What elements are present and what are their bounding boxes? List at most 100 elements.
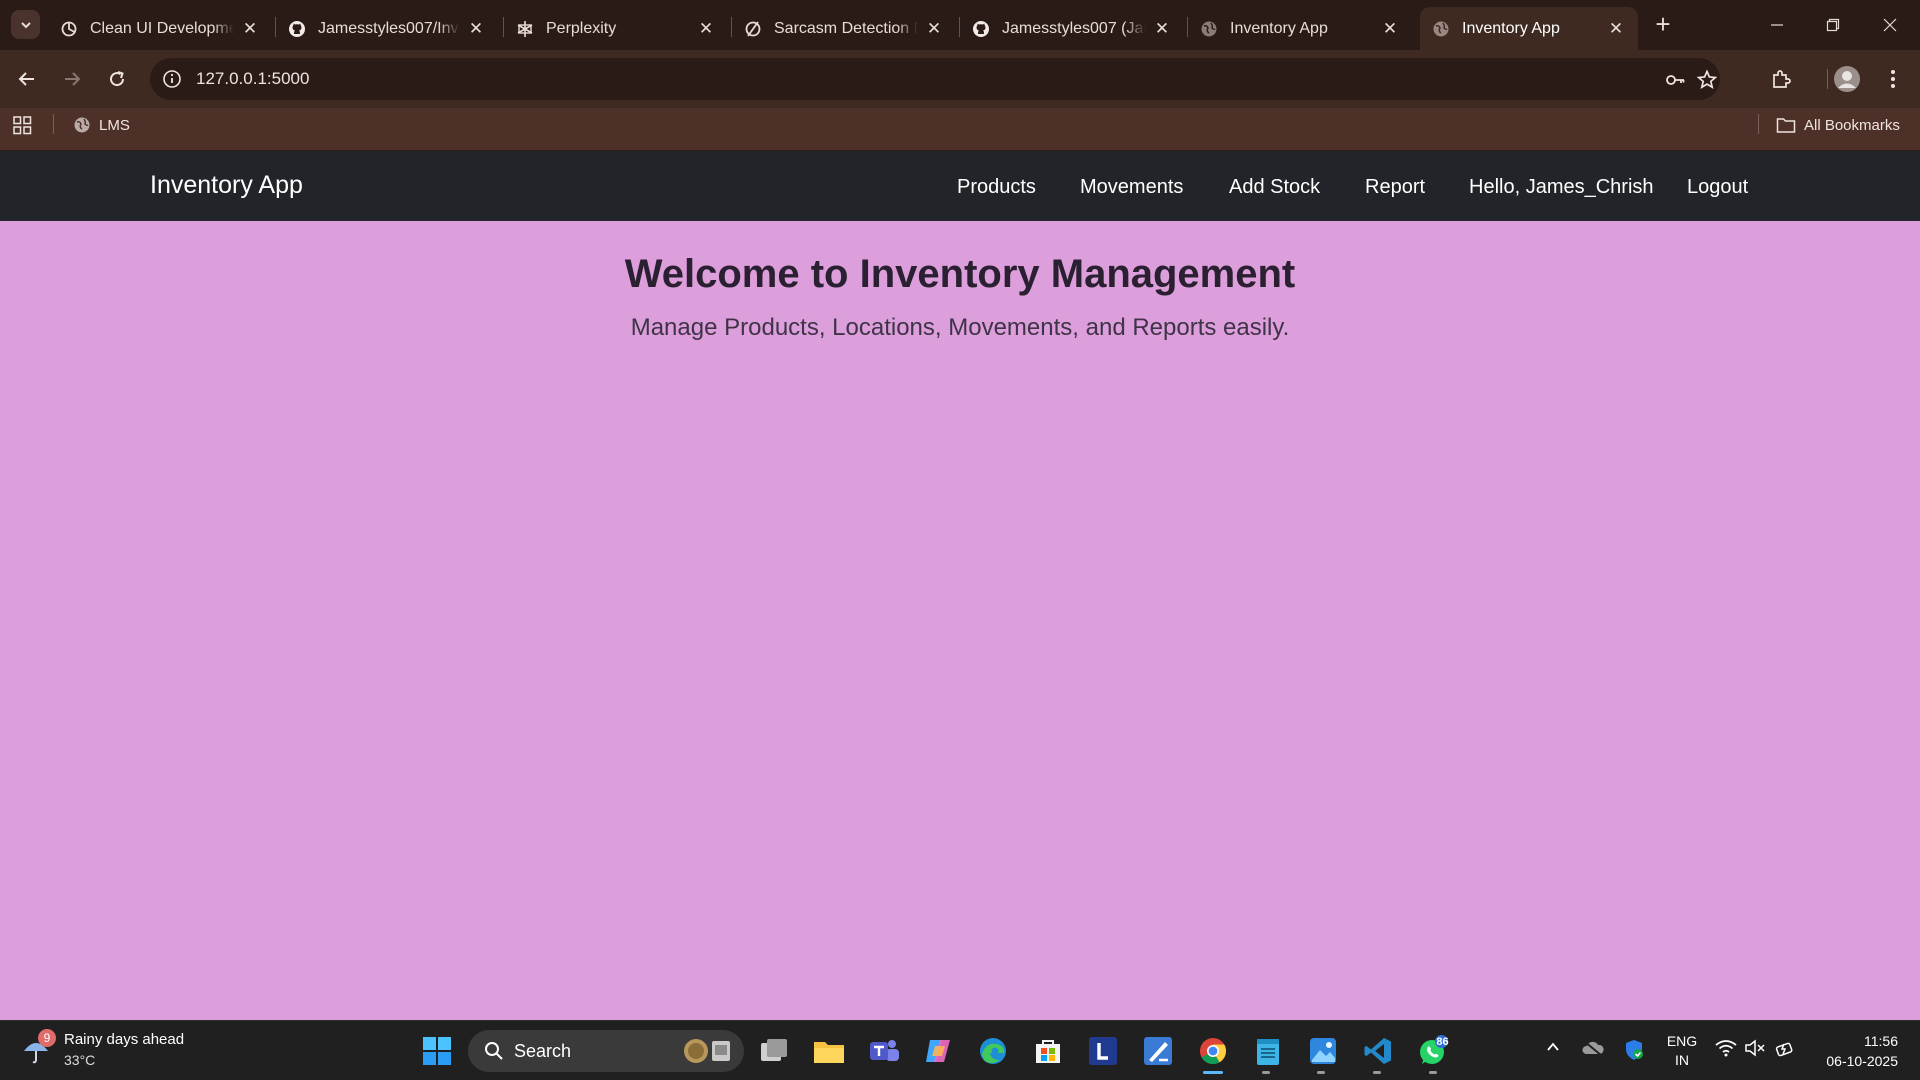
reload-button[interactable]: [102, 64, 132, 94]
vscode-button[interactable]: [1362, 1035, 1394, 1067]
search-icon: [485, 1042, 503, 1060]
start-button[interactable]: [421, 1035, 453, 1067]
weather-title: Rainy days ahead: [64, 1031, 185, 1048]
url-text[interactable]: 127.0.0.1:5000: [196, 69, 309, 89]
teams-button[interactable]: [868, 1035, 900, 1067]
tab-search-button[interactable]: [11, 10, 40, 39]
browser-tab-0[interactable]: Clean UI Developmer ✕: [48, 7, 272, 50]
windows-logo-icon: [423, 1037, 451, 1065]
page-content: Welcome to Inventory Management Manage P…: [0, 221, 1920, 1020]
security-button[interactable]: [1622, 1039, 1646, 1061]
edge-icon: [980, 1038, 1006, 1064]
tab-close-icon[interactable]: ✕: [466, 19, 486, 39]
browser-tab-1[interactable]: Jamesstyles007/Inver ✕: [276, 7, 498, 50]
all-bookmarks-button[interactable]: All Bookmarks: [1776, 114, 1900, 136]
shield-icon: [1626, 1040, 1643, 1060]
nav-products[interactable]: Products: [957, 176, 1036, 199]
browser-tab-4[interactable]: Jamesstyles007 (Jam ✕: [960, 7, 1184, 50]
avatar: [1834, 66, 1860, 92]
tab-close-icon[interactable]: ✕: [240, 19, 260, 39]
apps-grid-icon[interactable]: [13, 116, 32, 140]
bookmark-divider: [1758, 114, 1759, 134]
volume-button[interactable]: [1744, 1039, 1766, 1057]
battery-button[interactable]: [1774, 1039, 1796, 1059]
more-vertical-icon: [1891, 70, 1895, 88]
onedrive-button[interactable]: [1580, 1039, 1606, 1057]
page-title: Welcome to Inventory Management: [624, 252, 1296, 296]
tab-title: Jamesstyles007 (Jam: [1002, 19, 1146, 37]
pen-app-icon: [1144, 1037, 1172, 1065]
arrow-left-icon: [18, 72, 34, 86]
browser-tab-strip: Clean UI Developmer ✕ Jamesstyles007/Inv…: [0, 0, 1920, 50]
tab-close-icon[interactable]: ✕: [1152, 19, 1172, 39]
search-label: Search: [514, 1041, 572, 1061]
folder-icon: [1776, 118, 1796, 133]
notepad-icon: [1257, 1039, 1279, 1065]
browser-menu-button[interactable]: [1878, 64, 1908, 94]
github-icon: [972, 20, 990, 38]
cloud-offline-icon: [1582, 1040, 1604, 1057]
tab-close-icon[interactable]: ✕: [1606, 19, 1626, 39]
launcher-l-button[interactable]: [1087, 1035, 1119, 1067]
store-button[interactable]: [1032, 1035, 1064, 1067]
new-tab-button[interactable]: +: [1650, 11, 1676, 38]
password-key-icon[interactable]: [1664, 69, 1686, 91]
bookmark-star-icon[interactable]: [1696, 69, 1718, 91]
profile-button[interactable]: [1832, 64, 1862, 94]
chrome-active-indicator: [1203, 1071, 1223, 1074]
globe-icon: [1200, 20, 1218, 38]
arrow-right-icon: [65, 72, 81, 86]
file-explorer-button[interactable]: [813, 1035, 845, 1067]
chrome-icon: [1200, 1038, 1227, 1065]
close-window-button[interactable]: [1870, 10, 1910, 40]
nav-add-stock[interactable]: Add Stock: [1229, 176, 1320, 199]
restore-button[interactable]: [1813, 10, 1853, 40]
taskbar-search[interactable]: Search: [468, 1030, 744, 1072]
browser-tab-2[interactable]: Perplexity ✕: [504, 7, 728, 50]
browser-toolbar: 127.0.0.1:5000: [0, 50, 1920, 108]
whatsapp-button[interactable]: 86: [1417, 1035, 1449, 1067]
weather-widget[interactable]: 9 Rainy days ahead 33°C: [22, 1029, 222, 1071]
perplexity-icon: [516, 20, 534, 38]
notepad-button[interactable]: [1252, 1035, 1284, 1067]
vscode-running-indicator: [1373, 1071, 1381, 1074]
puzzle-icon: [1773, 70, 1791, 88]
edge-button[interactable]: [977, 1035, 1009, 1067]
nav-logout[interactable]: Logout: [1687, 176, 1748, 199]
chrome-button[interactable]: [1197, 1035, 1229, 1067]
app-brand[interactable]: Inventory App: [150, 171, 303, 200]
browser-tab-3[interactable]: Sarcasm Detection M ✕: [732, 7, 956, 50]
weather-temp: 33°C: [64, 1052, 96, 1068]
task-view-button[interactable]: [758, 1035, 790, 1067]
nav-movements[interactable]: Movements: [1080, 176, 1183, 199]
back-button[interactable]: [12, 64, 42, 94]
photos-button[interactable]: [1307, 1035, 1339, 1067]
wifi-button[interactable]: [1714, 1039, 1738, 1057]
minimize-button[interactable]: [1757, 10, 1797, 40]
vscode-icon: [1364, 1038, 1391, 1064]
store-icon: [1036, 1040, 1060, 1063]
language-code: ENG: [1666, 1033, 1698, 1049]
language-indicator[interactable]: ENG IN: [1662, 1032, 1702, 1070]
tab-close-icon[interactable]: ✕: [696, 19, 716, 39]
browser-tab-6-active[interactable]: Inventory App ✕: [1420, 7, 1638, 50]
pen-app-button[interactable]: [1142, 1035, 1174, 1067]
clock-time: 11:56: [1864, 1033, 1898, 1049]
nav-report[interactable]: Report: [1365, 176, 1425, 199]
address-bar[interactable]: 127.0.0.1:5000: [150, 58, 1720, 100]
app-navbar: Inventory App Products Movements Add Sto…: [0, 151, 1920, 221]
page-subtitle: Manage Products, Locations, Movements, a…: [630, 314, 1290, 341]
tab-close-icon[interactable]: ✕: [924, 19, 944, 39]
tray-overflow-button[interactable]: [1542, 1039, 1564, 1055]
copilot-icon: [926, 1040, 950, 1062]
bookmark-lms[interactable]: LMS: [73, 114, 130, 136]
tab-close-icon[interactable]: ✕: [1380, 19, 1400, 39]
nav-user-greeting[interactable]: Hello, James_Chrish: [1469, 176, 1654, 199]
extensions-button[interactable]: [1766, 64, 1796, 94]
forward-button[interactable]: [57, 64, 87, 94]
site-info-icon[interactable]: [162, 69, 182, 89]
whatsapp-running-indicator: [1429, 1071, 1437, 1074]
copilot-button[interactable]: [922, 1035, 954, 1067]
browser-tab-5[interactable]: Inventory App ✕: [1188, 7, 1412, 50]
system-clock[interactable]: 11:56 06-10-2025: [1808, 1031, 1898, 1071]
